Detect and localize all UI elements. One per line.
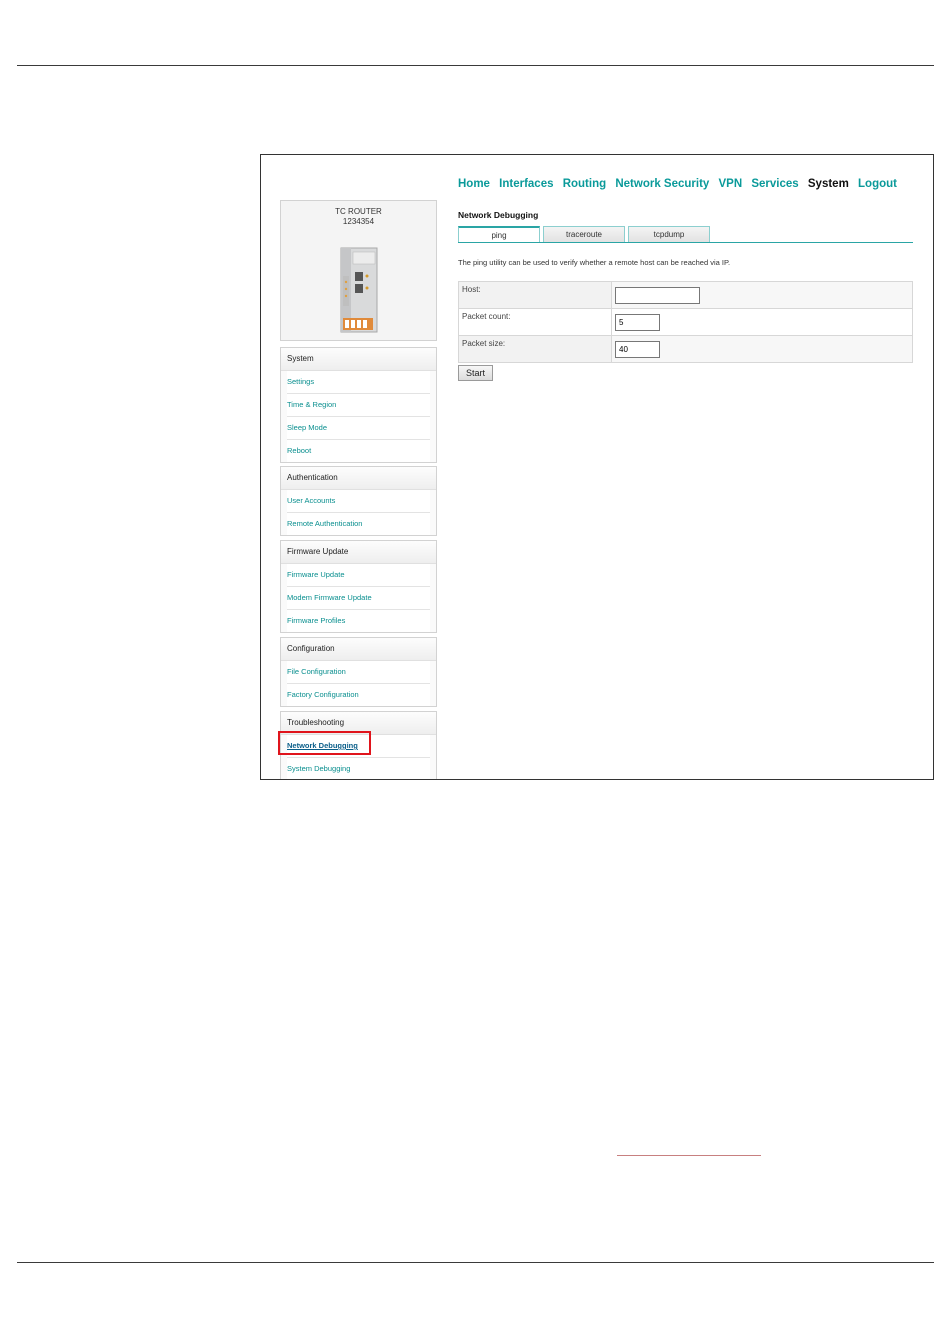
tab-underline [458,242,913,243]
sidebar-heading-configuration: Configuration [281,638,436,661]
tab-ping[interactable]: ping [458,226,540,243]
sidebar-heading-firmware-update: Firmware Update [281,541,436,564]
device-panel: TC ROUTER 1234354 [280,200,437,341]
sidebar-heading-authentication: Authentication [281,467,436,490]
packet-size-label: Packet size: [458,335,612,363]
sidebar-heading-system: System [281,348,436,371]
nav-system[interactable]: System [808,178,849,190]
sidebar-section-firmware-update: Firmware Update Firmware Update Modem Fi… [280,540,437,633]
form-row-host: Host: [458,281,913,309]
sidebar-item-file-configuration[interactable]: File Configuration [287,661,430,684]
tab-traceroute[interactable]: traceroute [543,226,625,242]
packet-count-cell [611,308,913,336]
sidebar-item-settings[interactable]: Settings [287,371,430,394]
page-title: Network Debugging [458,210,539,220]
nav-services[interactable]: Services [751,178,798,190]
sidebar-item-sleep-mode[interactable]: Sleep Mode [287,417,430,440]
nav-logout[interactable]: Logout [858,178,897,190]
ping-description: The ping utility can be used to verify w… [458,258,731,267]
screenshot-frame: Home Interfaces Routing Network Security… [260,154,934,780]
sidebar-item-system-debugging[interactable]: System Debugging [287,758,430,779]
sidebar-section-system: System Settings Time & Region Sleep Mode… [280,347,437,463]
decorative-line [617,1155,761,1156]
device-number: 1234354 [342,217,375,226]
packet-size-input[interactable] [615,340,660,358]
page-header-rule [17,65,934,66]
packet-size-cell [611,335,913,363]
nav-vpn[interactable]: VPN [719,178,743,190]
sidebar-item-time-region[interactable]: Time & Region [287,394,430,417]
form-row-packet-count: Packet count: [458,308,913,336]
tab-bar: ping traceroute tcpdump [458,226,713,243]
packet-count-input[interactable] [615,313,660,331]
sidebar-section-authentication: Authentication User Accounts Remote Auth… [280,466,437,536]
host-input[interactable] [615,286,700,304]
sidebar-item-factory-configuration[interactable]: Factory Configuration [287,684,430,706]
sidebar-item-firmware-update[interactable]: Firmware Update [287,564,430,587]
device-name: TC ROUTER [335,207,382,216]
top-navigation: Home Interfaces Routing Network Security… [458,178,903,190]
sidebar-section-configuration: Configuration File Configuration Factory… [280,637,437,707]
packet-count-label: Packet count: [458,308,612,336]
tab-tcpdump[interactable]: tcpdump [628,226,710,242]
host-cell [611,281,913,309]
ping-form: Host: Packet count: Packet size: [458,281,913,363]
sidebar-item-modem-firmware-update[interactable]: Modem Firmware Update [287,587,430,610]
form-row-packet-size: Packet size: [458,335,913,363]
nav-network-security[interactable]: Network Security [615,178,709,190]
router-device-image [340,247,378,333]
start-button[interactable]: Start [458,365,494,381]
nav-interfaces[interactable]: Interfaces [499,178,553,190]
nav-routing[interactable]: Routing [563,178,606,190]
sidebar-item-user-accounts[interactable]: User Accounts [287,490,430,513]
sidebar-item-reboot[interactable]: Reboot [287,440,430,462]
sidebar-item-firmware-profiles[interactable]: Firmware Profiles [287,610,430,632]
sidebar-item-remote-authentication[interactable]: Remote Authentication [287,513,430,535]
nav-home[interactable]: Home [458,178,490,190]
page-footer-rule [17,1262,934,1263]
host-label: Host: [458,281,612,309]
highlight-box [278,731,371,755]
